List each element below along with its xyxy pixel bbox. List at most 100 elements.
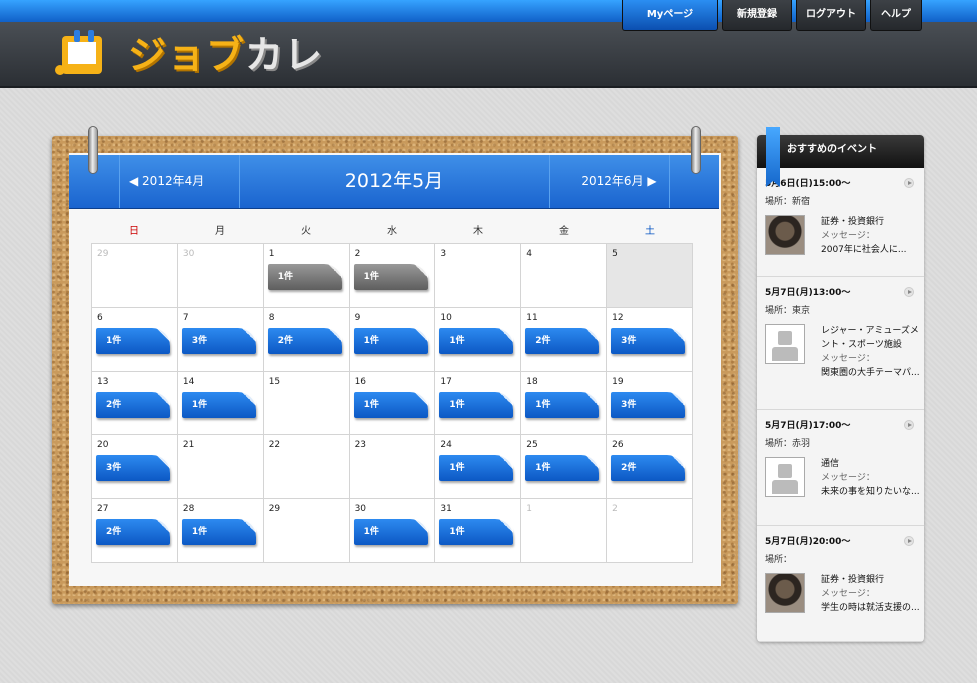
- day-number: 1: [268, 249, 275, 259]
- event-count-tag[interactable]: 1件: [353, 391, 428, 418]
- event-place: 場所：赤羽: [765, 439, 811, 449]
- calendar-day-cell[interactable]: 23: [349, 435, 435, 499]
- event-count-tag[interactable]: 1件: [353, 327, 428, 354]
- month-title: 2012年5月: [344, 170, 444, 192]
- calendar-day-cell[interactable]: 9 1件: [349, 307, 435, 371]
- day-number: 13: [97, 376, 109, 387]
- event-datetime: 5月7日(月)17:00〜: [765, 421, 851, 431]
- event-count-tag[interactable]: 1件: [525, 455, 600, 482]
- calendar-day-cell[interactable]: 28 1件: [177, 499, 263, 562]
- event-count-tag[interactable]: 2件: [96, 391, 170, 418]
- calendar-day-cell[interactable]: 31 1件: [435, 499, 521, 562]
- calendar-day-cell[interactable]: 24 1件: [435, 435, 521, 499]
- day-number: 15: [268, 376, 281, 387]
- day-number: 18: [526, 376, 538, 387]
- arrow-right-icon[interactable]: [904, 536, 914, 546]
- event-count-tag[interactable]: 1件: [181, 391, 256, 418]
- day-number: 11: [526, 312, 538, 323]
- calendar-day-cell[interactable]: 7 3件: [177, 307, 263, 371]
- calendar-day-cell[interactable]: 12 3件: [607, 307, 692, 371]
- event-count-tag[interactable]: 3件: [181, 327, 256, 354]
- calendar-day-cell[interactable]: 2 1件: [349, 244, 435, 307]
- day-number: 25: [526, 440, 538, 451]
- nav-item[interactable]: Myページ: [622, 0, 718, 31]
- avatar: [765, 457, 805, 497]
- nav-item[interactable]: ヘルプ: [870, 0, 922, 31]
- next-month-link[interactable]: 2012年6月 ▶: [569, 155, 669, 208]
- calendar-day-cell[interactable]: 10 1件: [435, 307, 521, 371]
- calendar-day-cell[interactable]: 8 2件: [263, 307, 349, 371]
- event-item[interactable]: 5月6日(日)15:00〜 場所：新宿 証券・投資銀行 メッセージ： 2007年…: [757, 168, 924, 277]
- calendar-day-cell[interactable]: 11 2件: [521, 307, 607, 371]
- arrow-right-icon[interactable]: [904, 178, 914, 188]
- event-summary: 証券・投資銀行 メッセージ： 学生の時は就活支援の...: [821, 573, 921, 615]
- event-count-tag[interactable]: 1件: [439, 391, 514, 418]
- main-nav: Myページ 新規登録 ログアウト ヘルプ: [622, 0, 922, 31]
- calendar-day-cell[interactable]: 4: [521, 244, 607, 307]
- event-count-tag[interactable]: 1件: [439, 455, 514, 482]
- day-number: 31: [440, 504, 452, 515]
- event-count-tag[interactable]: 1件: [267, 264, 342, 290]
- weekday-label: 金: [559, 226, 569, 237]
- calendar-day-cell[interactable]: 30: [177, 244, 263, 307]
- calendar-day-cell[interactable]: 29: [92, 244, 177, 307]
- day-number: 2: [612, 504, 618, 515]
- calendar-day-cell[interactable]: 17 1件: [435, 371, 521, 435]
- company-category: 証券・投資銀行: [821, 217, 885, 227]
- recommended-events-panel: おすすめのイベント 5月6日(日)15:00〜 場所：新宿 証券・投資銀行 メッ…: [757, 135, 924, 642]
- event-count-tag[interactable]: 1件: [525, 391, 600, 418]
- calendar-day-cell[interactable]: 1: [521, 499, 607, 562]
- arrow-right-icon[interactable]: [904, 420, 914, 430]
- day-number: 17: [440, 376, 452, 387]
- event-count-tag[interactable]: 1件: [353, 519, 428, 546]
- event-count-tag[interactable]: 2件: [611, 455, 686, 482]
- calendar-day-cell[interactable]: 25 1件: [521, 435, 607, 499]
- calendar-day-cell[interactable]: 5: [607, 244, 692, 307]
- event-count-tag[interactable]: 2件: [267, 327, 342, 354]
- calendar-day-cell[interactable]: 19 3件: [607, 371, 692, 435]
- event-count-tag[interactable]: 1件: [353, 264, 428, 290]
- calendar-day-cell[interactable]: 1 1件: [263, 244, 349, 307]
- calendar-day-cell[interactable]: 30 1件: [349, 499, 435, 562]
- prev-month-link[interactable]: ◀ 2012年4月: [129, 155, 239, 208]
- nav-item[interactable]: 新規登録: [722, 0, 792, 31]
- event-count-tag[interactable]: 1件: [96, 327, 170, 354]
- event-count-tag[interactable]: 1件: [439, 519, 514, 546]
- calendar-day-cell[interactable]: 29: [263, 499, 349, 562]
- day-number: 4: [526, 249, 533, 259]
- event-item[interactable]: 5月7日(月)17:00〜 場所：赤羽 通信 メッセージ： 未来の事を知りたいな…: [757, 410, 924, 526]
- day-number: 9: [354, 312, 361, 323]
- calendar-day-cell[interactable]: 15: [263, 371, 349, 435]
- arrow-right-icon[interactable]: [904, 287, 914, 297]
- calendar-day-cell[interactable]: 14 1件: [177, 371, 263, 435]
- event-summary: 通信 メッセージ： 未来の事を知りたいな...: [821, 457, 921, 499]
- event-count-tag[interactable]: 1件: [181, 519, 256, 546]
- calendar-day-cell[interactable]: 22: [263, 435, 349, 499]
- calendar-day-cell[interactable]: 2: [607, 499, 692, 562]
- event-count-tag[interactable]: 2件: [525, 327, 600, 354]
- calendar-day-cell[interactable]: 21: [177, 435, 263, 499]
- calendar-day-cell[interactable]: 18 1件: [521, 371, 607, 435]
- calendar-day-cell[interactable]: 16 1件: [349, 371, 435, 435]
- event-count-tag[interactable]: 1件: [439, 327, 514, 354]
- logo[interactable]: ジョブカレ: [54, 22, 354, 78]
- event-count-tag[interactable]: 2件: [96, 519, 170, 546]
- event-item[interactable]: 5月7日(月)20:00〜 場所： 証券・投資銀行 メッセージ： 学生の時は就活…: [757, 526, 924, 642]
- calendar-day-cell[interactable]: 20 3件: [92, 435, 177, 499]
- nav-item[interactable]: ログアウト: [796, 0, 866, 31]
- calendar-day-cell[interactable]: 6 1件: [92, 307, 177, 371]
- calendar-day-cell[interactable]: 26 2件: [607, 435, 692, 499]
- calendar-day-cell[interactable]: 13 2件: [92, 371, 177, 435]
- event-count-tag[interactable]: 3件: [96, 455, 170, 482]
- calendar-day-cell[interactable]: 27 2件: [92, 499, 177, 562]
- event-count-tag[interactable]: 3件: [611, 327, 686, 354]
- day-number: 30: [182, 249, 195, 259]
- event-place: 場所：新宿: [765, 197, 811, 207]
- message-label: メッセージ：: [821, 473, 875, 483]
- day-number: 24: [440, 440, 452, 451]
- day-number: 5: [612, 249, 618, 259]
- event-count-tag[interactable]: 3件: [611, 391, 686, 418]
- avatar: [765, 573, 805, 613]
- event-item[interactable]: 5月7日(月)13:00〜 場所：東京 レジャー・アミューズメント・スポーツ施設…: [757, 277, 924, 410]
- calendar-day-cell[interactable]: 3: [435, 244, 521, 307]
